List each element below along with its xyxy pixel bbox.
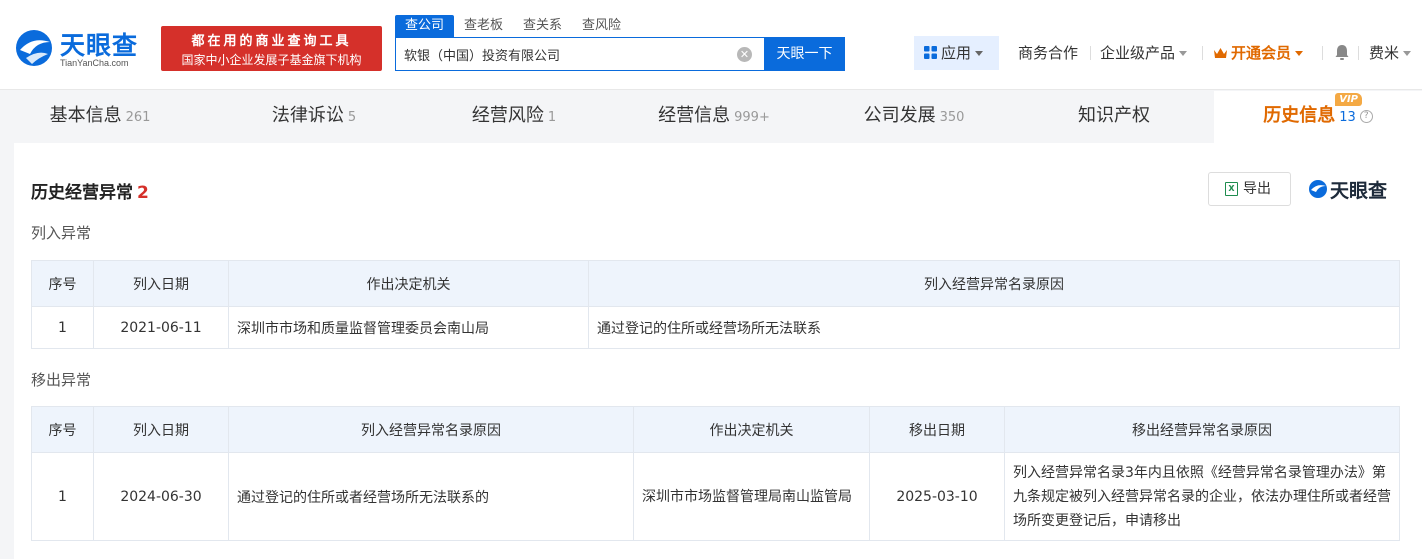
chevron-down-icon bbox=[975, 51, 984, 56]
tianyancha-logo[interactable]: 天眼查 TianYanCha.com bbox=[12, 26, 154, 72]
tab-ip[interactable]: 知识产权 bbox=[1014, 91, 1214, 143]
column-header: 作出决定机关 bbox=[228, 260, 589, 307]
column-header: 列入日期 bbox=[93, 406, 229, 453]
nav-divider bbox=[1358, 46, 1359, 60]
tab-operation[interactable]: 经营信息 999+ bbox=[614, 91, 814, 143]
grid-icon bbox=[924, 46, 937, 59]
column-header: 移出日期 bbox=[869, 406, 1005, 453]
search-tab-company[interactable]: 查公司 bbox=[395, 15, 455, 37]
help-icon[interactable]: ? bbox=[1359, 109, 1373, 123]
column-header: 序号 bbox=[31, 260, 94, 307]
search-button[interactable]: 天眼一下 bbox=[764, 37, 845, 71]
listed-subtitle: 列入异常 bbox=[31, 224, 92, 242]
logo-icon bbox=[16, 30, 52, 66]
search-type-tabs: 查公司 查老板 查关系 查风险 bbox=[395, 15, 631, 37]
removed-table: 序号 列入日期 列入经营异常名录原因 作出决定机关 移出日期 移出经营异常名录原… bbox=[31, 406, 1400, 541]
cell-reason: 通过登记的住所或经营场所无法联系 bbox=[588, 306, 1400, 349]
promo-banner[interactable]: 都在用的商业查询工具 国家中小企业发展子基金旗下机构 bbox=[161, 26, 382, 71]
section-title-text: 历史经营异常 bbox=[31, 183, 133, 203]
chevron-down-icon bbox=[1179, 51, 1188, 56]
watermark-text: 天眼查 bbox=[1330, 180, 1388, 202]
tab-count: 5 bbox=[347, 110, 357, 125]
tab-count: 13 bbox=[1339, 110, 1356, 125]
tab-label: 公司发展 bbox=[863, 105, 936, 126]
table-header-row: 序号 列入日期 列入经营异常名录原因 作出决定机关 移出日期 移出经营异常名录原… bbox=[31, 406, 1400, 453]
nav-business-cooperation[interactable]: 商务合作 bbox=[1018, 36, 1078, 70]
notification-bell[interactable] bbox=[1334, 36, 1350, 70]
tab-count: 1 bbox=[547, 110, 557, 125]
tab-label: 知识产权 bbox=[1078, 105, 1150, 126]
export-button[interactable]: X 导出 bbox=[1208, 172, 1291, 206]
tab-label: 法律诉讼 bbox=[271, 105, 344, 126]
search-tab-relation[interactable]: 查关系 bbox=[513, 15, 572, 37]
logo-icon bbox=[1309, 180, 1327, 198]
cell-index: 1 bbox=[31, 452, 94, 541]
section-count: 2 bbox=[137, 183, 149, 203]
company-tabs: 基本信息 261 法律诉讼 5 经营风险 1 经营信息 999+ 公司发展 350 知识产… bbox=[14, 91, 1422, 143]
logo-text: 天眼查 bbox=[60, 31, 139, 60]
tab-history[interactable]: VIP 历史信息 13? bbox=[1214, 91, 1422, 143]
vip-badge: VIP bbox=[1335, 93, 1362, 106]
column-header: 移出经营异常名录原因 bbox=[1004, 406, 1400, 453]
cell-removal-reason: 列入经营异常名录3年内且依照《经营异常名录管理办法》第九条规定被列入经营异常名录… bbox=[1004, 452, 1400, 541]
cell-removal-date: 2025-03-10 bbox=[869, 452, 1005, 541]
bell-icon bbox=[1335, 45, 1349, 60]
apps-menu[interactable]: 应用 bbox=[914, 36, 999, 70]
cell-date: 2021-06-11 bbox=[93, 306, 229, 349]
listed-table: 序号 列入日期 作出决定机关 列入经营异常名录原因 1 2021-06-11 深… bbox=[31, 260, 1400, 349]
nav-divider bbox=[1090, 46, 1091, 60]
banner-line1: 都在用的商业查询工具 bbox=[191, 34, 352, 49]
banner-line2: 国家中小企业发展子基金旗下机构 bbox=[181, 53, 362, 67]
tab-legal[interactable]: 法律诉讼 5 bbox=[214, 91, 414, 143]
tianyancha-watermark: 天眼查 bbox=[1308, 176, 1403, 202]
table-row: 1 2021-06-11 深圳市市场和质量监督管理委员会南山局 通过登记的住所或… bbox=[31, 306, 1400, 349]
apps-label: 应用 bbox=[941, 44, 972, 62]
column-header: 序号 bbox=[31, 406, 94, 453]
search-box: ✕ bbox=[395, 37, 765, 71]
tab-count: 261 bbox=[125, 110, 151, 125]
logo-domain: TianYanCha.com bbox=[60, 58, 129, 68]
nav-enterprise-products[interactable]: 企业级产品 bbox=[1100, 36, 1188, 70]
cell-reason: 通过登记的住所或者经营场所无法联系的 bbox=[228, 452, 634, 541]
chevron-down-icon bbox=[1295, 51, 1304, 56]
cell-date: 2024-06-30 bbox=[93, 452, 229, 541]
nav-open-vip[interactable]: 开通会员 bbox=[1213, 36, 1304, 70]
nav-enterprise-label: 企业级产品 bbox=[1100, 44, 1176, 62]
nav-vip-label: 开通会员 bbox=[1231, 44, 1292, 62]
tab-label: 历史信息 bbox=[1263, 105, 1336, 126]
removed-subtitle: 移出异常 bbox=[31, 371, 92, 389]
clear-icon[interactable]: ✕ bbox=[737, 47, 752, 62]
cell-index: 1 bbox=[31, 306, 94, 349]
search-tab-boss[interactable]: 查老板 bbox=[454, 15, 513, 37]
column-header: 列入日期 bbox=[93, 260, 229, 307]
section-title: 历史经营异常 2 bbox=[31, 178, 149, 203]
tab-basic-info[interactable]: 基本信息 261 bbox=[14, 91, 186, 143]
cell-authority: 深圳市市场监督管理局南山监管局 bbox=[633, 452, 870, 541]
tab-label: 经营风险 bbox=[471, 105, 544, 126]
crown-icon bbox=[1214, 48, 1227, 58]
tab-risk[interactable]: 经营风险 1 bbox=[414, 91, 614, 143]
table-header-row: 序号 列入日期 作出决定机关 列入经营异常名录原因 bbox=[31, 260, 1400, 307]
tab-label: 经营信息 bbox=[658, 105, 731, 126]
history-abnormal-panel: 历史经营异常 2 X 导出 天眼查 列入异常 序号 列入日期 作出决定机关 列入经… bbox=[14, 143, 1422, 559]
export-label: 导出 bbox=[1243, 181, 1271, 197]
table-row: 1 2024-06-30 通过登记的住所或者经营场所无法联系的 深圳市市场监督管… bbox=[31, 452, 1400, 541]
column-header: 列入经营异常名录原因 bbox=[588, 260, 1400, 307]
tab-count: 350 bbox=[939, 110, 965, 125]
tab-count: 999+ bbox=[734, 110, 770, 125]
cell-authority: 深圳市市场和质量监督管理委员会南山局 bbox=[228, 306, 589, 349]
excel-icon: X bbox=[1225, 182, 1238, 196]
column-header: 作出决定机关 bbox=[633, 406, 870, 453]
chevron-down-icon bbox=[1403, 51, 1412, 56]
user-name: 费米 bbox=[1369, 44, 1400, 62]
tab-label: 基本信息 bbox=[49, 105, 122, 126]
search-tab-risk[interactable]: 查风险 bbox=[572, 15, 631, 37]
nav-divider bbox=[1322, 46, 1323, 60]
nav-divider bbox=[1202, 46, 1203, 60]
header: 天眼查 TianYanCha.com 都在用的商业查询工具 国家中小企业发展子基… bbox=[0, 0, 1422, 90]
column-header: 列入经营异常名录原因 bbox=[228, 406, 634, 453]
search-input[interactable] bbox=[404, 38, 734, 70]
tab-development[interactable]: 公司发展 350 bbox=[814, 91, 1014, 143]
user-menu[interactable]: 费米 bbox=[1369, 36, 1412, 70]
